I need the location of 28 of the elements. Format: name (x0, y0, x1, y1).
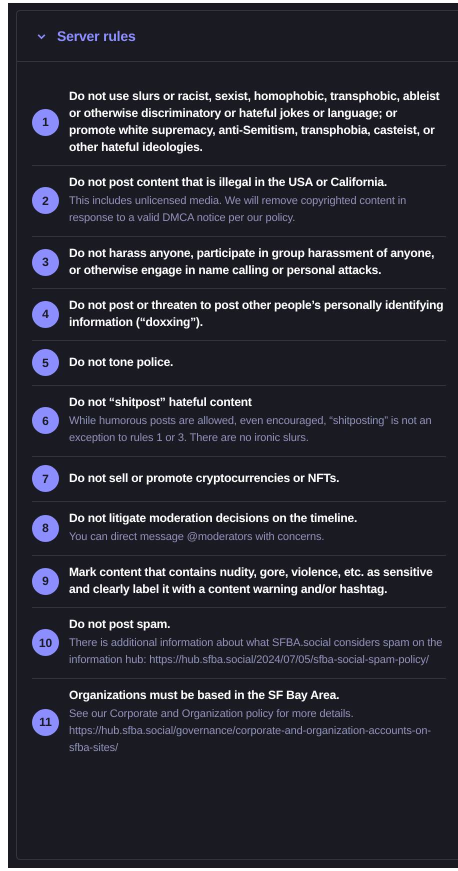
rule-text: Do not harass anyone, participate in group harassment of anyone, or otherwise engage in name calling or personal attacks. (69, 245, 436, 279)
rule-number: 8 (32, 514, 59, 542)
rule-text: Do not sell or promote cryptocurrencies or NFTs. (69, 470, 340, 487)
rule-number: 3 (32, 248, 59, 276)
rule-description: While humorous posts are allowed, even encouraged, “shitposting” is not an exception to rules 1 or 3. There are no ironic slurs. (69, 414, 433, 446)
rule-number: 7 (32, 465, 59, 492)
rule-text: Organizations must be based in the SF Bay Area. (69, 687, 340, 704)
section-title[interactable]: Server rules (57, 28, 136, 44)
rule-text: Do not post content that is illegal in the USA or California. (69, 174, 388, 191)
rule-number: 1 (32, 108, 59, 136)
rule-description: You can direct message @moderators with concerns. (69, 530, 326, 545)
rule-number: 2 (32, 187, 59, 214)
rule-text: Do not post spam. (69, 616, 172, 633)
rule-description: There is additional information about what SFBA.social considers spam on the information hub: https://hub.sfba.social/2024/07/05/sfba-social-spam-policy/ (69, 636, 444, 668)
rule-number: 11 (32, 708, 59, 736)
rule-text: Do not use slurs or racist, sexist, homophobic, transphobic, ableist or otherwise discriminatory or hateful jokes or language; or promote white supremacy, anti-Semitism, transphobia, casteist, or other hateful ideologies. (69, 88, 440, 156)
rule-text: Do not post or threaten to post other people’s personally identifying information (“doxxing”). (69, 297, 444, 331)
rule-text: Do not tone police. (69, 354, 174, 371)
rule-number: 6 (32, 407, 59, 434)
rule-description: See our Corporate and Organization policy for more details. https://hub.sfba.social/governance/corporate-and-organization-accounts-on-sfba-sites/ (69, 707, 432, 756)
rule-number: 4 (32, 300, 59, 328)
rule-text: Do not “shitpost” hateful content (69, 394, 253, 411)
rule-text: Mark content that contains nudity, gore, violence, etc. as sensitive and clearly label it with a content warning and/or hashtag. (69, 564, 434, 598)
rule-text: Do not litigate moderation decisions on the timeline. (69, 510, 358, 527)
rule-number: 10 (32, 629, 59, 656)
rule-number: 5 (32, 349, 59, 376)
rule-description: This includes unlicensed media. We will remove copyrighted content in response to a valid DMCA notice per our policy. (69, 194, 408, 226)
rule-number: 9 (32, 568, 59, 594)
